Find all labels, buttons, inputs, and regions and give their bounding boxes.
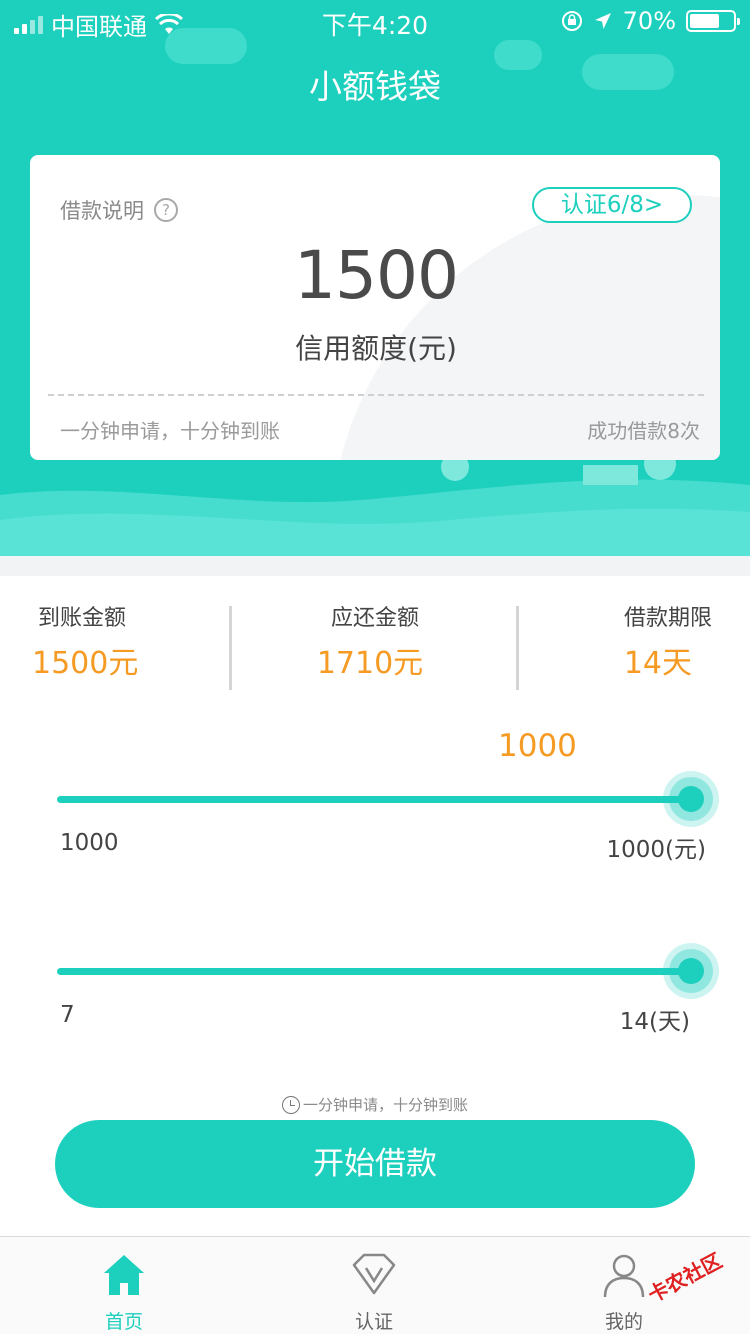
amount-slider-thumb[interactable]	[663, 771, 719, 827]
term-slider-track[interactable]	[57, 968, 691, 975]
stat-label: 应还金额	[330, 606, 419, 631]
amount-slider-min: 1000	[60, 830, 119, 856]
profile-icon	[603, 1254, 645, 1298]
loan-description-label: 借款说明	[60, 199, 144, 223]
stat-divider	[516, 606, 519, 690]
rotation-lock-icon	[561, 11, 582, 31]
page-title: 小额钱袋	[309, 67, 441, 106]
clock-icon	[281, 1095, 300, 1114]
stat-value: 1710元	[316, 646, 424, 681]
card-footer-slogan: 一分钟申请，十分钟到账	[60, 419, 280, 443]
tab-home[interactable]: 首页	[49, 1237, 199, 1334]
term-slider-thumb[interactable]	[663, 943, 719, 999]
status-bar: 中国联通 下午4:20 70%	[0, 0, 750, 41]
credit-amount: 1500	[294, 237, 459, 314]
section-separator	[0, 556, 750, 576]
credit-amount-label: 信用额度(元)	[295, 332, 457, 365]
start-loan-button[interactable]: 开始借款	[55, 1120, 695, 1208]
tab-bar: 首页 认证 我的	[0, 1236, 750, 1334]
stat-value: 1500元	[32, 646, 139, 681]
apply-hint-text: 一分钟申请，十分钟到账	[302, 1096, 468, 1114]
stat-label: 借款期限	[623, 606, 712, 631]
amount-slider-max: 1000(元)	[606, 837, 706, 863]
help-icon[interactable]: ?	[154, 198, 178, 222]
stat-label: 到账金额	[38, 606, 127, 631]
card-content: 借款说明 ? 认证6/8> 1500 信用额度(元) 一分钟申请，十分钟到账 成…	[40, 167, 712, 443]
battery-icon	[686, 10, 740, 32]
stat-repay-amount: 应还金额 1710元	[300, 600, 450, 692]
tab-verify[interactable]: 认证	[299, 1237, 449, 1334]
loan-stats: 到账金额 1500元 应还金额 1710元 借款期限 14天	[0, 600, 750, 692]
credit-card: 借款说明 ? 认证6/8> 1500 信用额度(元) 一分钟申请，十分钟到账 成…	[30, 155, 720, 460]
battery-level	[690, 14, 720, 28]
apply-hint: 一分钟申请，十分钟到账	[0, 1094, 750, 1115]
stat-received-amount: 到账金额 1500元	[32, 600, 138, 692]
amount-slider-value: 1000	[498, 728, 577, 764]
card-footer-loan-count: 成功借款8次	[587, 419, 700, 443]
verify-icon	[352, 1253, 396, 1295]
home-icon	[104, 1255, 144, 1295]
tab-label: 首页	[104, 1311, 143, 1333]
tab-label: 认证	[354, 1311, 393, 1333]
battery-percent: 70%	[622, 7, 676, 35]
loan-description-link[interactable]: 借款说明 ?	[60, 195, 178, 225]
location-arrow-icon	[594, 13, 611, 29]
stat-value: 14天	[623, 646, 692, 681]
stat-divider	[229, 606, 232, 690]
term-slider-max: 14(天)	[619, 1009, 690, 1035]
stat-loan-term: 借款期限 14天	[624, 600, 712, 692]
certification-button[interactable]: 认证6/8>	[532, 187, 692, 223]
dashed-divider	[48, 394, 704, 396]
amount-slider-track[interactable]	[57, 796, 691, 803]
term-slider-min: 7	[60, 1002, 75, 1028]
